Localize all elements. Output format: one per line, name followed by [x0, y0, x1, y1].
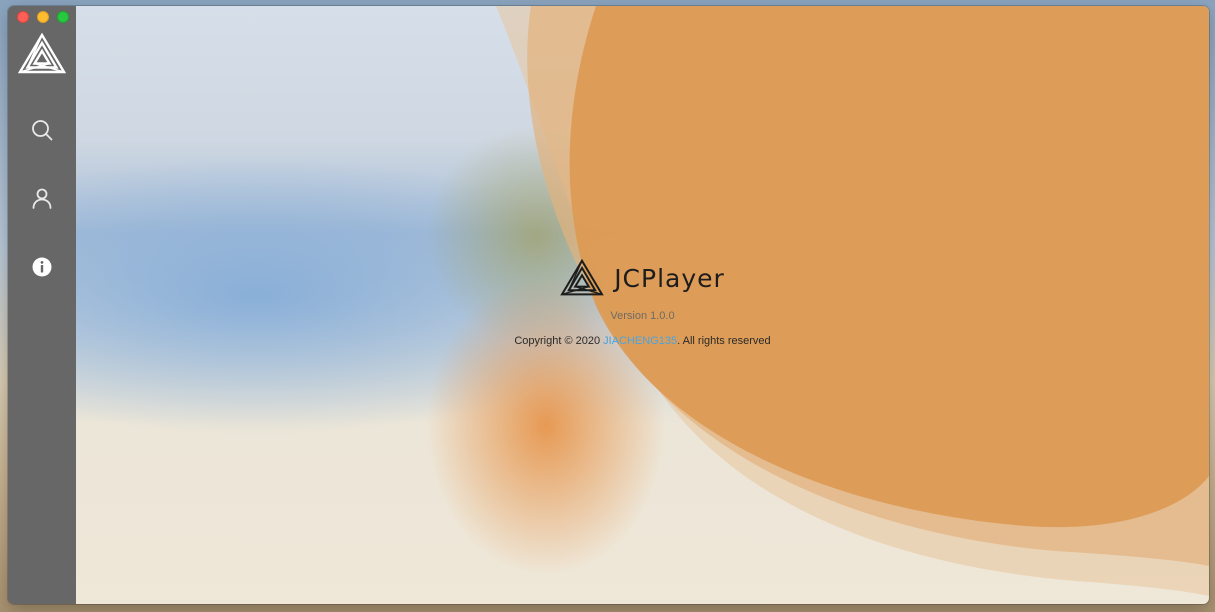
search-icon: [32, 120, 53, 141]
about-info: JCPlayer Version 1.0.0 Copyright © 2020 …: [76, 258, 1209, 347]
copyright-text: Copyright © 2020 JIACHENG135. All rights…: [76, 335, 1209, 347]
maximize-window-button[interactable]: [57, 11, 69, 23]
brand-header: JCPlayer: [76, 258, 1209, 298]
user-icon: [32, 188, 52, 209]
app-name: JCPlayer: [614, 263, 725, 293]
jcplayer-logo-icon: [560, 258, 604, 296]
author-link[interactable]: JIACHENG135: [603, 335, 677, 347]
minimize-window-button[interactable]: [37, 11, 49, 23]
about-panel: JCPlayer Version 1.0.0 Copyright © 2020 …: [76, 6, 1209, 604]
info-icon: [32, 257, 52, 277]
copyright-suffix: . All rights reserved: [677, 335, 771, 347]
close-window-button[interactable]: [17, 11, 29, 23]
jcplayer-logo-icon[interactable]: [17, 32, 67, 76]
sidebar-item-about[interactable]: [28, 253, 56, 281]
window-controls: [17, 11, 69, 23]
sidebar-item-account[interactable]: [28, 184, 56, 212]
version-label: Version 1.0.0: [610, 310, 675, 322]
sidebar: [8, 6, 76, 604]
copyright-prefix: Copyright © 2020: [514, 335, 604, 347]
app-window: JCPlayer Version 1.0.0 Copyright © 2020 …: [8, 6, 1209, 604]
sidebar-item-search[interactable]: [28, 116, 56, 144]
